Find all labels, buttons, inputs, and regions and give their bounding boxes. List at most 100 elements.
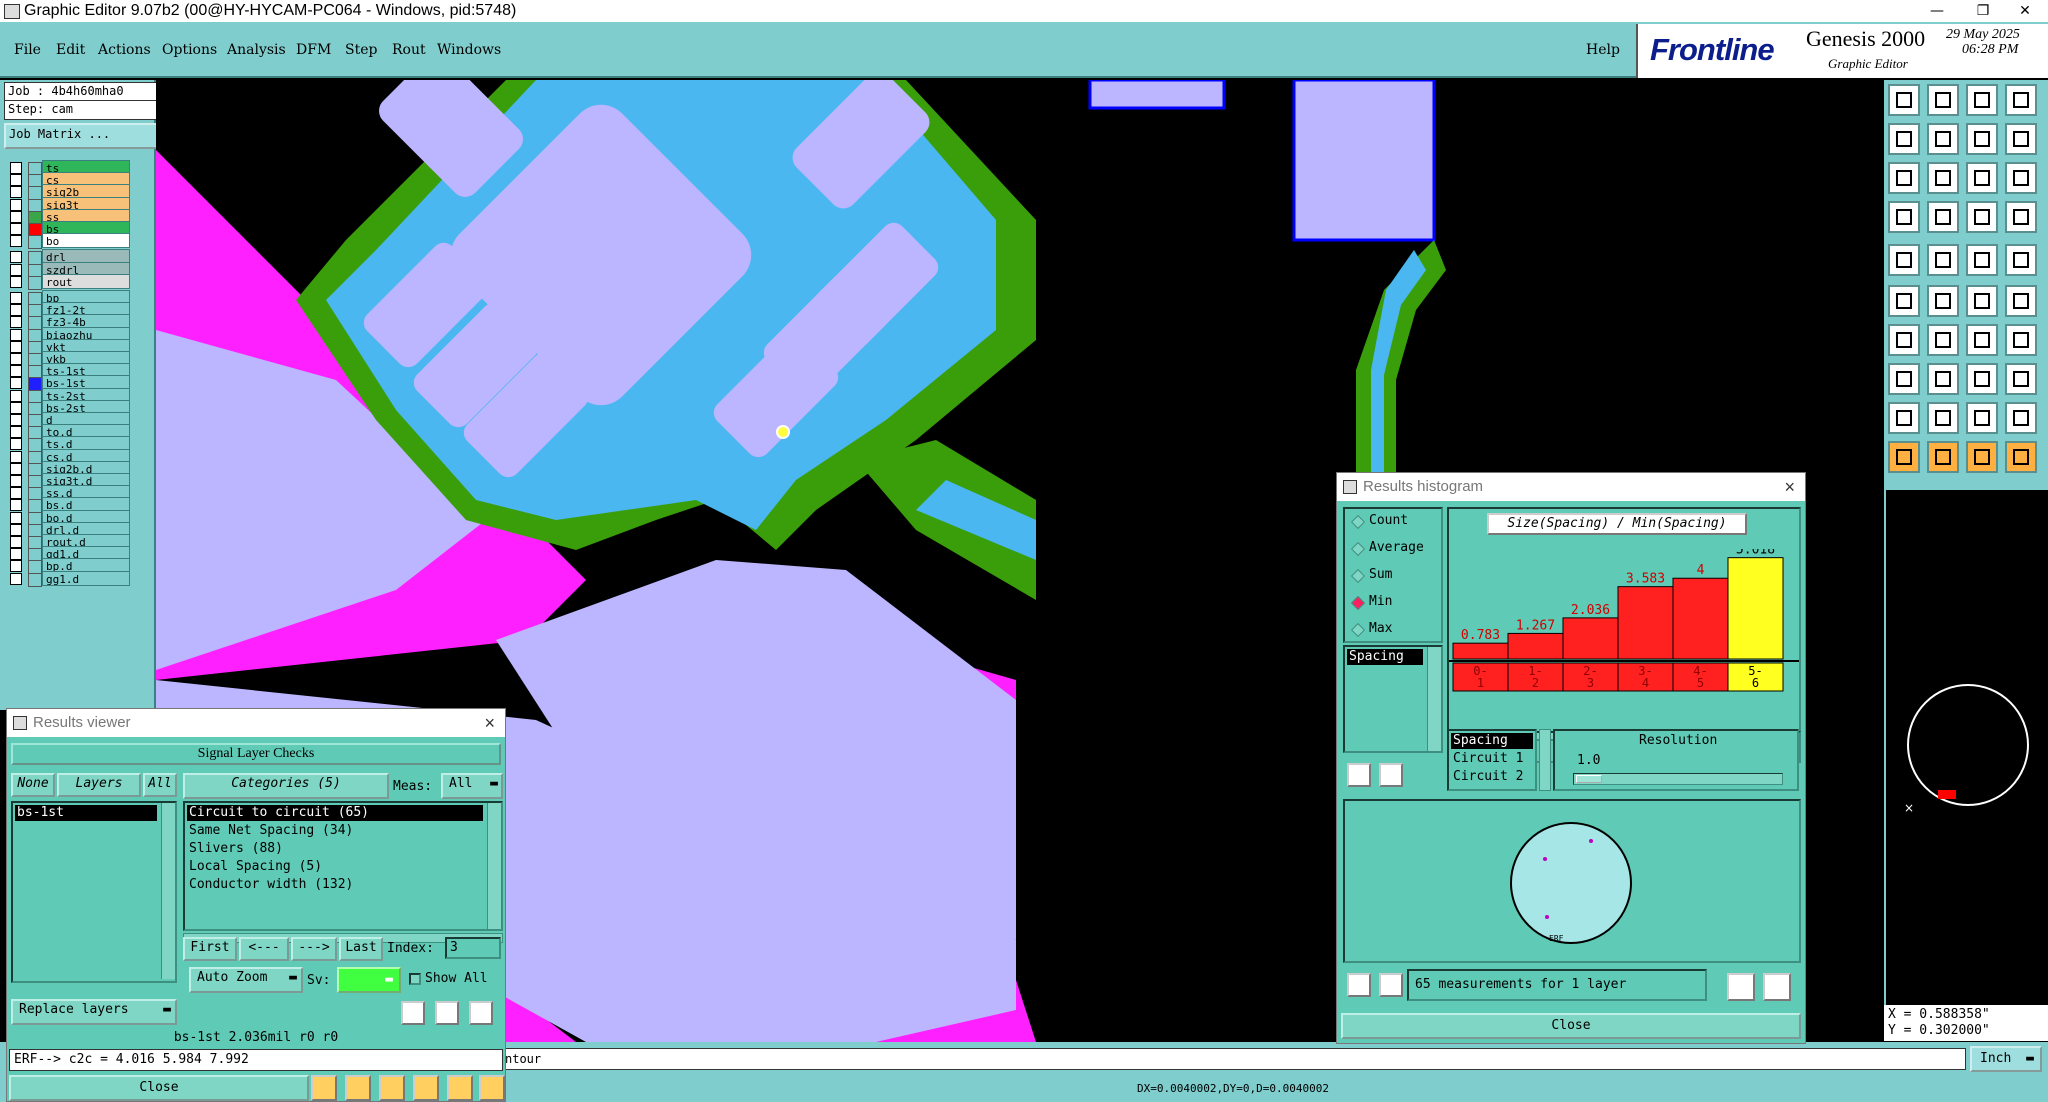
- meas-dropdown[interactable]: All ▬: [441, 773, 503, 799]
- triangle-fill-icon[interactable]: [2005, 402, 2037, 434]
- layer-row-rout[interactable]: rout: [6, 273, 152, 290]
- layer-color-swatch[interactable]: [28, 235, 42, 250]
- layer-name[interactable]: rout: [42, 273, 130, 289]
- draw-icon[interactable]: [1927, 324, 1959, 356]
- histogram-bar[interactable]: [1507, 632, 1564, 660]
- segment-icon[interactable]: [1927, 363, 1959, 395]
- copy-icon[interactable]: [2005, 363, 2037, 395]
- prev-button[interactable]: <---: [239, 937, 289, 961]
- layer-list-scrollbar[interactable]: [161, 803, 175, 979]
- first-button[interactable]: First: [183, 937, 237, 961]
- restore-button[interactable]: ❐: [1960, 0, 2006, 22]
- ratio-icon[interactable]: [1966, 162, 1998, 194]
- save-icon[interactable]: [1927, 84, 1959, 116]
- show-all-checkbox[interactable]: [409, 973, 421, 985]
- home-icon[interactable]: [1966, 84, 1998, 116]
- pad-icon[interactable]: [1888, 244, 1920, 276]
- point-icon[interactable]: [1888, 363, 1920, 395]
- histogram-bar[interactable]: [1672, 577, 1729, 660]
- category-item[interactable]: Same Net Spacing (34): [187, 823, 483, 839]
- arc-icon[interactable]: [1966, 324, 1998, 356]
- layer-visibility-checkbox[interactable]: [10, 235, 22, 248]
- layer-name[interactable]: gg1.d: [42, 570, 130, 586]
- export-icon[interactable]: [1727, 973, 1755, 1001]
- option-radio[interactable]: [1350, 622, 1366, 638]
- triangle-icon[interactable]: [1888, 402, 1920, 434]
- erase-icon[interactable]: [1927, 244, 1959, 276]
- tool-icon-1[interactable]: [311, 1075, 337, 1101]
- histogram-bar[interactable]: [1452, 642, 1509, 660]
- line-icon[interactable]: [1966, 244, 1998, 276]
- del-icon[interactable]: [401, 1001, 425, 1025]
- histogram-ref-icon[interactable]: [1379, 763, 1403, 787]
- tool-icon-4[interactable]: [413, 1075, 439, 1101]
- move-right-icon[interactable]: [1927, 123, 1959, 155]
- preview-ref-icon[interactable]: [1379, 973, 1403, 997]
- field-list-scrollbar[interactable]: [1539, 729, 1551, 791]
- select-zoom-icon[interactable]: [1966, 441, 1998, 473]
- ref-icon[interactable]: [435, 1001, 459, 1025]
- select-multi-icon[interactable]: [2005, 441, 2037, 473]
- category-item[interactable]: Slivers (88): [187, 841, 483, 857]
- replace-layers-dropdown[interactable]: Replace layers ▬: [11, 999, 177, 1025]
- histogram-bar[interactable]: [1562, 617, 1619, 660]
- layer-results-list[interactable]: bs-1st: [11, 801, 177, 983]
- frame-icon[interactable]: [1966, 363, 1998, 395]
- tool-icon-5[interactable]: [447, 1075, 473, 1101]
- histogram-del-icon[interactable]: [1347, 763, 1371, 787]
- tool-icon-3[interactable]: [379, 1075, 405, 1101]
- snap-icon[interactable]: [2005, 201, 2037, 233]
- resolution-slider-thumb[interactable]: [1576, 775, 1602, 783]
- node-icon[interactable]: [1966, 285, 1998, 317]
- cross-icon[interactable]: [1927, 285, 1959, 317]
- last-button[interactable]: Last: [339, 937, 383, 961]
- close-window-button[interactable]: ✕: [2002, 0, 2048, 22]
- menu-help[interactable]: Help: [1586, 42, 1620, 58]
- stack-icon[interactable]: [2005, 123, 2037, 155]
- histogram-bar[interactable]: [1727, 557, 1784, 660]
- select-icon[interactable]: [1927, 441, 1959, 473]
- move-left-icon[interactable]: [1888, 123, 1920, 155]
- field-item[interactable]: Circuit 1: [1451, 751, 1533, 767]
- option-radio[interactable]: [1350, 514, 1366, 530]
- list-icon[interactable]: [1888, 201, 1920, 233]
- layer-visibility-checkbox[interactable]: [10, 572, 22, 585]
- split-icon[interactable]: [2005, 324, 2037, 356]
- layers-button[interactable]: Layers: [57, 773, 141, 797]
- category-item[interactable]: Conductor width (132): [187, 877, 483, 893]
- menu-dfm[interactable]: DFM: [296, 42, 331, 58]
- field-item[interactable]: Spacing: [1451, 733, 1533, 749]
- connect-icon[interactable]: [1888, 285, 1920, 317]
- next-button[interactable]: --->: [291, 937, 337, 961]
- triangle-cut-icon[interactable]: [1966, 402, 1998, 434]
- menu-analysis[interactable]: Analysis: [227, 42, 286, 58]
- triangle-alt-icon[interactable]: [1927, 402, 1959, 434]
- circle-icon[interactable]: [2005, 244, 2037, 276]
- results-viewer-close-button[interactable]: Close: [9, 1075, 309, 1101]
- menu-actions[interactable]: Actions: [98, 42, 151, 58]
- layer-name[interactable]: bo: [42, 233, 130, 249]
- measure-list-item[interactable]: Spacing: [1347, 649, 1423, 665]
- histogram-close-button[interactable]: Close: [1341, 1013, 1801, 1039]
- category-scrollbar[interactable]: [487, 803, 501, 929]
- category-item[interactable]: Local Spacing (5): [187, 859, 483, 875]
- fit-icon[interactable]: [1888, 162, 1920, 194]
- print-icon[interactable]: [1763, 973, 1791, 1001]
- layer-row-gg1-d[interactable]: gg1.d: [6, 570, 152, 587]
- open-icon[interactable]: [1888, 84, 1920, 116]
- index-input[interactable]: 3: [445, 937, 501, 959]
- field-list[interactable]: Spacing Circuit 1 Circuit 2: [1447, 729, 1537, 791]
- menu-edit[interactable]: Edit: [56, 42, 85, 58]
- histogram-icon[interactable]: [479, 1075, 505, 1101]
- table-icon[interactable]: [1927, 201, 1959, 233]
- measure-list-scrollbar[interactable]: [1427, 647, 1441, 751]
- job-matrix-button[interactable]: Job Matrix ...: [4, 123, 159, 149]
- auto-zoom-dropdown[interactable]: Auto Zoom ▬: [189, 967, 303, 993]
- minimize-button[interactable]: —: [1914, 0, 1960, 22]
- layer-visibility-checkbox[interactable]: [10, 275, 22, 288]
- network-icon[interactable]: [2005, 285, 2037, 317]
- help-icon[interactable]: [2005, 162, 2037, 194]
- layer-row-bo[interactable]: bo: [6, 233, 152, 250]
- severity-color-dropdown[interactable]: ▬: [337, 967, 401, 993]
- option-radio[interactable]: [1350, 541, 1366, 557]
